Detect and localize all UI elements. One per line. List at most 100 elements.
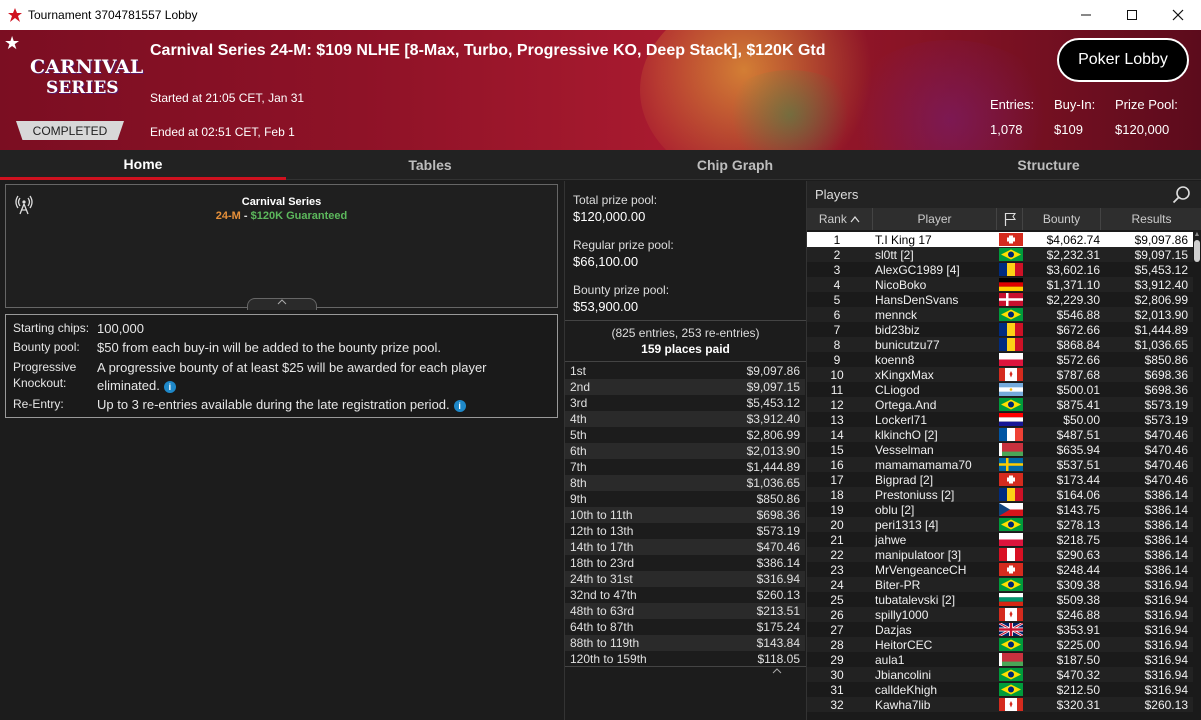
player-row[interactable]: 16 mamamamama70 $537.51 $470.46 xyxy=(807,457,1193,472)
close-icon xyxy=(1172,9,1184,21)
player-rank: 12 xyxy=(830,397,844,412)
player-row[interactable]: 10 xKingxMax $787.68 $698.36 xyxy=(807,367,1193,382)
player-row[interactable]: 17 Bigprad [2] $173.44 $470.46 xyxy=(807,472,1193,487)
favorite-star-icon[interactable]: ★ xyxy=(4,33,20,54)
payout-amount: $118.05 xyxy=(757,652,801,666)
player-row[interactable]: 9 koenn8 $572.66 $850.86 xyxy=(807,352,1193,367)
player-name: mennck xyxy=(875,307,918,322)
payout-row: 7th $1,444.89 xyxy=(565,459,805,475)
player-row[interactable]: 3 AlexGC1989 [4] $3,602.16 $5,453.12 xyxy=(807,262,1193,277)
player-row[interactable]: 24 Biter-PR $309.38 $316.94 xyxy=(807,577,1193,592)
info-icon[interactable]: i xyxy=(453,399,466,412)
player-row[interactable]: 15 Vesselman $635.94 $470.46 xyxy=(807,442,1193,457)
column-rank[interactable]: Rank xyxy=(807,208,873,230)
player-row[interactable]: 21 jahwe $218.75 $386.14 xyxy=(807,532,1193,547)
player-result: $316.94 xyxy=(1144,667,1188,682)
players-label: Players xyxy=(815,187,859,202)
player-result: $386.14 xyxy=(1144,562,1188,577)
player-row[interactable]: 19 oblu [2] $143.75 $386.14 xyxy=(807,502,1193,517)
player-row[interactable]: 2 sl0tt [2] $2,232.31 $9,097.15 xyxy=(807,247,1193,262)
tab-tables[interactable]: Tables xyxy=(286,150,574,180)
player-row[interactable]: 1 T.I King 17 $4,062.74 $9,097.86 xyxy=(807,232,1193,247)
scrollbar-thumb[interactable] xyxy=(1194,240,1200,262)
player-row[interactable]: 29 aula1 $187.50 $316.94 xyxy=(807,652,1193,667)
payout-place: 14th to 17th xyxy=(570,540,634,554)
country-flag-icon xyxy=(999,518,1023,531)
collapse-toggle[interactable] xyxy=(772,666,782,677)
player-row[interactable]: 31 calldeKhigh $212.50 $316.94 xyxy=(807,682,1193,697)
player-bounty: $787.68 xyxy=(1056,367,1100,382)
close-button[interactable] xyxy=(1155,0,1201,30)
player-name: HansDenSvans xyxy=(875,292,959,307)
column-country[interactable] xyxy=(997,208,1023,230)
player-rank: 31 xyxy=(830,682,844,697)
column-bounty[interactable]: Bounty xyxy=(1023,208,1101,230)
country-flag-icon xyxy=(999,593,1023,606)
payout-amount: $5,453.12 xyxy=(746,396,800,410)
players-scrollbar[interactable]: ▲ xyxy=(1193,231,1201,720)
column-player[interactable]: Player xyxy=(873,208,997,230)
player-name: Biter-PR xyxy=(875,577,921,592)
player-rank: 3 xyxy=(833,262,841,277)
player-row[interactable]: 8 bunicutzu77 $868.84 $1,036.65 xyxy=(807,337,1193,352)
flag-column-icon xyxy=(1004,212,1016,226)
player-row[interactable]: 28 HeitorCEC $225.00 $316.94 xyxy=(807,637,1193,652)
tab-chip-graph[interactable]: Chip Graph xyxy=(574,150,896,180)
player-row[interactable]: 12 Ortega.And $875.41 $573.19 xyxy=(807,397,1193,412)
player-row[interactable]: 6 mennck $546.88 $2,013.90 xyxy=(807,307,1193,322)
player-row[interactable]: 4 NicoBoko $1,371.10 $3,912.40 xyxy=(807,277,1193,292)
tab-home[interactable]: Home xyxy=(0,150,286,180)
player-rank: 4 xyxy=(833,277,841,292)
player-row[interactable]: 27 Dazjas $353.91 $316.94 xyxy=(807,621,1193,638)
pko-value: A progressive bounty of at least $25 wil… xyxy=(97,360,487,393)
player-name: tubatalevski [2] xyxy=(875,592,956,607)
country-flag-icon xyxy=(999,263,1023,276)
player-bounty: $2,232.31 xyxy=(1046,247,1100,262)
tab-structure[interactable]: Structure xyxy=(896,150,1201,180)
player-rank: 25 xyxy=(830,592,844,607)
payout-place: 5th xyxy=(570,428,587,442)
player-rank: 23 xyxy=(830,562,844,577)
pokerstars-logo-icon xyxy=(8,8,22,22)
player-row[interactable]: 26 spilly1000 $246.88 $316.94 xyxy=(807,607,1193,622)
collapse-toggle[interactable] xyxy=(247,298,317,310)
player-row[interactable]: 30 Jbiancolini $470.32 $316.94 xyxy=(807,667,1193,682)
poker-lobby-button[interactable]: Poker Lobby xyxy=(1057,38,1189,82)
player-bounty: $635.94 xyxy=(1056,442,1100,457)
player-row[interactable]: 32 Kawha7lib $320.31 $260.13 xyxy=(807,697,1193,712)
player-row[interactable]: 23 MrVengeanceCH $248.44 $386.14 xyxy=(807,562,1193,577)
minimize-icon xyxy=(1081,14,1091,16)
player-row[interactable]: 7 bid23biz $672.66 $1,444.89 xyxy=(807,322,1193,337)
payout-place: 32nd to 47th xyxy=(570,588,637,602)
column-results[interactable]: Results xyxy=(1101,208,1201,230)
player-row[interactable]: 14 klkinchO [2] $487.51 $470.46 xyxy=(807,427,1193,442)
player-name: klkinchO [2] xyxy=(875,427,938,442)
player-bounty: $470.32 xyxy=(1056,667,1100,682)
regular-prize-label: Regular prize pool: xyxy=(573,238,674,252)
maximize-button[interactable] xyxy=(1109,0,1155,30)
player-row[interactable]: 22 manipulatoor [3] $290.63 $386.14 xyxy=(807,547,1193,562)
player-row[interactable]: 20 peri1313 [4] $278.13 $386.14 xyxy=(807,517,1193,532)
player-row[interactable]: 5 HansDenSvans $2,229.30 $2,806.99 xyxy=(807,292,1193,307)
payout-place: 24th to 31st xyxy=(570,572,633,586)
player-row[interactable]: 25 tubatalevski [2] $509.38 $316.94 xyxy=(807,592,1193,607)
country-flag-icon xyxy=(999,683,1023,696)
player-row[interactable]: 18 Prestoniuss [2] $164.06 $386.14 xyxy=(807,487,1193,502)
player-rank: 16 xyxy=(830,457,844,472)
start-time: Started at 21:05 CET, Jan 31 xyxy=(150,91,305,105)
country-flag-icon xyxy=(999,578,1023,591)
scroll-up-arrow-icon[interactable]: ▲ xyxy=(1193,231,1201,238)
tournament-header: ★ CARNIVAL SERIES COMPLETED Carnival Ser… xyxy=(0,30,1201,150)
player-name: bunicutzu77 xyxy=(875,337,940,352)
minimize-button[interactable] xyxy=(1063,0,1109,30)
country-flag-icon xyxy=(999,308,1023,321)
search-icon[interactable] xyxy=(1172,185,1192,205)
player-row[interactable]: 13 Lockerl71 $50.00 $573.19 xyxy=(807,412,1193,427)
info-icon[interactable]: i xyxy=(163,380,176,393)
player-result: $9,097.15 xyxy=(1134,247,1188,262)
country-flag-icon xyxy=(999,278,1023,291)
payout-row: 1st $9,097.86 xyxy=(565,363,805,379)
total-prize-value: $120,000.00 xyxy=(573,209,646,224)
payout-row: 9th $850.86 xyxy=(565,491,805,507)
player-row[interactable]: 11 CLiogod $500.01 $698.36 xyxy=(807,382,1193,397)
